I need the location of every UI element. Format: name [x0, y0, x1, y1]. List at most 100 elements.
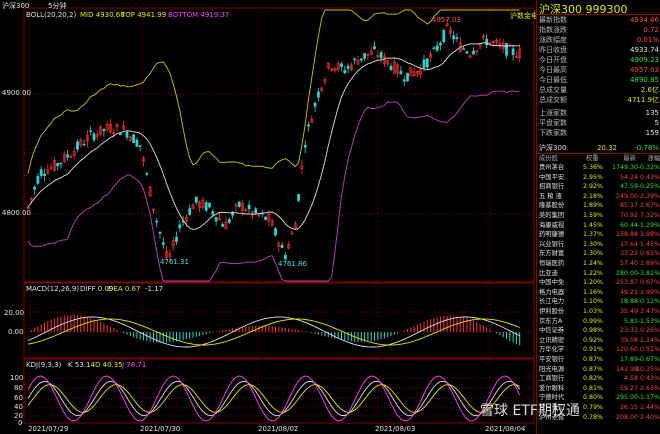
constituent-row[interactable]: 平安银行 0.87% 17.89 -0.67%	[539, 356, 660, 365]
constituent-row[interactable]: 格力电器 1.16% 49.21 1.99%	[539, 289, 660, 298]
constituent-row[interactable]: 海康威视 1.45% 60.44 -1.29%	[539, 222, 660, 231]
constituent-row[interactable]: 长江电力 1.10% 18.88 -0.11%	[539, 298, 660, 307]
constituent-row[interactable]: 爱尔眼科 0.81% 59.27 2.63%	[539, 385, 660, 394]
kdj-level-40: 40	[14, 403, 23, 411]
stock-price: 59.27	[619, 384, 638, 392]
stock-weight: 0.87%	[583, 356, 604, 363]
kline-chart-panel[interactable]: 沪深300 5分钟 BOLL(20,20,2) MID 4930.68 TOP …	[0, 0, 538, 434]
constituent-row[interactable]: 立讯精密 0.92% 39.08 2.14%	[539, 337, 660, 346]
kdj-j: J 78.71	[122, 361, 147, 369]
stock-change: 0.43%	[639, 375, 660, 383]
chart-symbol: 沪深300	[2, 2, 30, 10]
kdj-k: K 53.14	[68, 361, 95, 369]
quote-label: 总成交额	[539, 96, 567, 104]
candle-body	[214, 217, 218, 222]
mini-row-change: -0.78%	[634, 144, 659, 152]
kdj-level-100: 100	[10, 374, 24, 382]
candle-body	[158, 231, 162, 234]
stock-name: 伊利股份	[539, 308, 565, 315]
stock-weight: 0.87%	[583, 365, 604, 373]
candle-body	[211, 211, 215, 215]
quote-value: 4934.46	[630, 16, 659, 24]
constituent-row[interactable]: 东方财富 1.30% 33.22 0.61%	[539, 250, 660, 259]
candle-body	[343, 70, 347, 74]
quote-value: 0.01%	[636, 36, 659, 44]
stock-price: 57.40	[619, 260, 638, 267]
constituent-row[interactable]: 隆基股份 1.89% 85.17 1.67%	[539, 202, 660, 211]
candle-body	[402, 79, 406, 82]
macd-label: MACD(12,26,9)	[26, 285, 80, 293]
stock-weight: 1.89%	[583, 202, 604, 210]
constituent-row[interactable]: 五 粮 液 2.18% 249.00 2.39%	[539, 193, 660, 202]
stock-price: 70.92	[619, 212, 638, 219]
candle-body	[227, 219, 231, 223]
stock-weight: 2.18%	[583, 192, 604, 200]
candle-body	[511, 48, 515, 56]
candle-body	[452, 35, 456, 40]
quote-row: 总成交量 2.6亿	[539, 85, 659, 95]
candle-body	[237, 201, 241, 207]
stock-weight: 0.91%	[583, 346, 604, 354]
quote-row: 涨跌幅度 0.01%	[539, 35, 659, 45]
stock-change: 0.43%	[639, 173, 660, 181]
constituent-row[interactable]: 兴业银行 1.30% 17.64 1.45%	[539, 241, 660, 250]
constituent-row[interactable]: 万华化学 0.91% 120.60 0.51%	[539, 346, 660, 355]
stock-name: 平安银行	[539, 356, 565, 363]
candle-body	[455, 37, 459, 39]
stock-change: 0.61%	[639, 250, 660, 258]
candle-body	[132, 134, 136, 143]
candle-body	[188, 208, 192, 215]
quote-value: 5	[654, 119, 659, 127]
stock-weight: 0.99%	[583, 317, 604, 325]
constituent-row[interactable]: 中国中免 1.20% 253.87 0.67%	[539, 279, 660, 288]
high-annotation: 4957.03	[432, 16, 461, 24]
price-level-4800: 4800.00	[2, 209, 31, 217]
index-mini-row[interactable]: 沪深300 20.32 -0.78%	[539, 143, 659, 153]
chart-period[interactable]: 5分钟	[48, 1, 66, 11]
stock-name: 五 粮 液	[539, 192, 562, 200]
candle-body	[485, 38, 489, 46]
constituent-row[interactable]: 美的集团 1.59% 70.92 7.32%	[539, 212, 660, 221]
stock-change: 1.89%	[639, 260, 660, 267]
candle-body	[379, 52, 383, 59]
stock-weight: 1.24%	[583, 260, 604, 267]
quote-label: 下跌家数	[539, 129, 567, 137]
quote-label: 今日开盘	[539, 56, 567, 64]
candle-body	[204, 202, 208, 211]
constituent-row[interactable]: 京东方A 0.99% 5.81 -1.53%	[539, 318, 660, 327]
candle-body	[119, 132, 122, 136]
constituent-row[interactable]: 中信证券 0.98% 23.33 0.26%	[539, 327, 660, 336]
stock-name: 东方财富	[539, 250, 565, 258]
constituent-row[interactable]: 药明康德 1.37% 158.88 3.98%	[539, 231, 660, 240]
stock-change: 1.44%	[639, 404, 660, 411]
stock-name: 工商银行	[539, 375, 565, 383]
kdj-level-0: 0	[18, 419, 23, 427]
stock-name: 中国平安	[539, 173, 565, 181]
constituent-row[interactable]: 恒瑞医药 1.24% 57.40 1.89%	[539, 260, 660, 269]
candle-body	[59, 162, 63, 165]
candle-body	[89, 130, 93, 132]
stock-change: -0.25%	[637, 183, 660, 191]
quote-row: 下跌家数 159	[539, 128, 659, 138]
stock-weight: 0.78%	[583, 413, 604, 421]
candle-body	[264, 216, 268, 220]
stock-change: -1.29%	[637, 221, 660, 229]
stock-price: 39.08	[619, 336, 638, 344]
constituent-row[interactable]: 伊利股份 1.03% 35.49 3.47%	[539, 308, 660, 317]
stock-weight: 0.98%	[583, 327, 604, 335]
candle-body	[346, 65, 350, 69]
stock-name: 长江电力	[539, 298, 565, 306]
stock-price: 280.00	[615, 269, 638, 277]
constituent-row[interactable]: 中国平安 2.95% 54.24 0.43%	[539, 174, 660, 183]
constituent-row[interactable]: 比亚迪 1.22% 280.00 -3.81%	[539, 270, 660, 279]
constituent-row[interactable]: 工商银行 0.82% 4.58 0.43%	[539, 375, 660, 384]
constituent-row[interactable]: 阳光电源 0.87% 143.98 10.35%	[539, 366, 660, 375]
candle-body	[274, 228, 277, 236]
constituent-row[interactable]: 贵州茅台 5.36% 1749.30 -0.32%	[539, 164, 660, 173]
candle-body	[125, 131, 129, 138]
candle-body	[316, 91, 320, 98]
boll-top-line	[27, 9, 520, 174]
stock-name: 美的集团	[539, 212, 565, 219]
constituent-row[interactable]: 招商银行 2.92% 47.59 -0.25%	[539, 183, 660, 192]
quote-value: 4711.9亿	[627, 96, 660, 104]
